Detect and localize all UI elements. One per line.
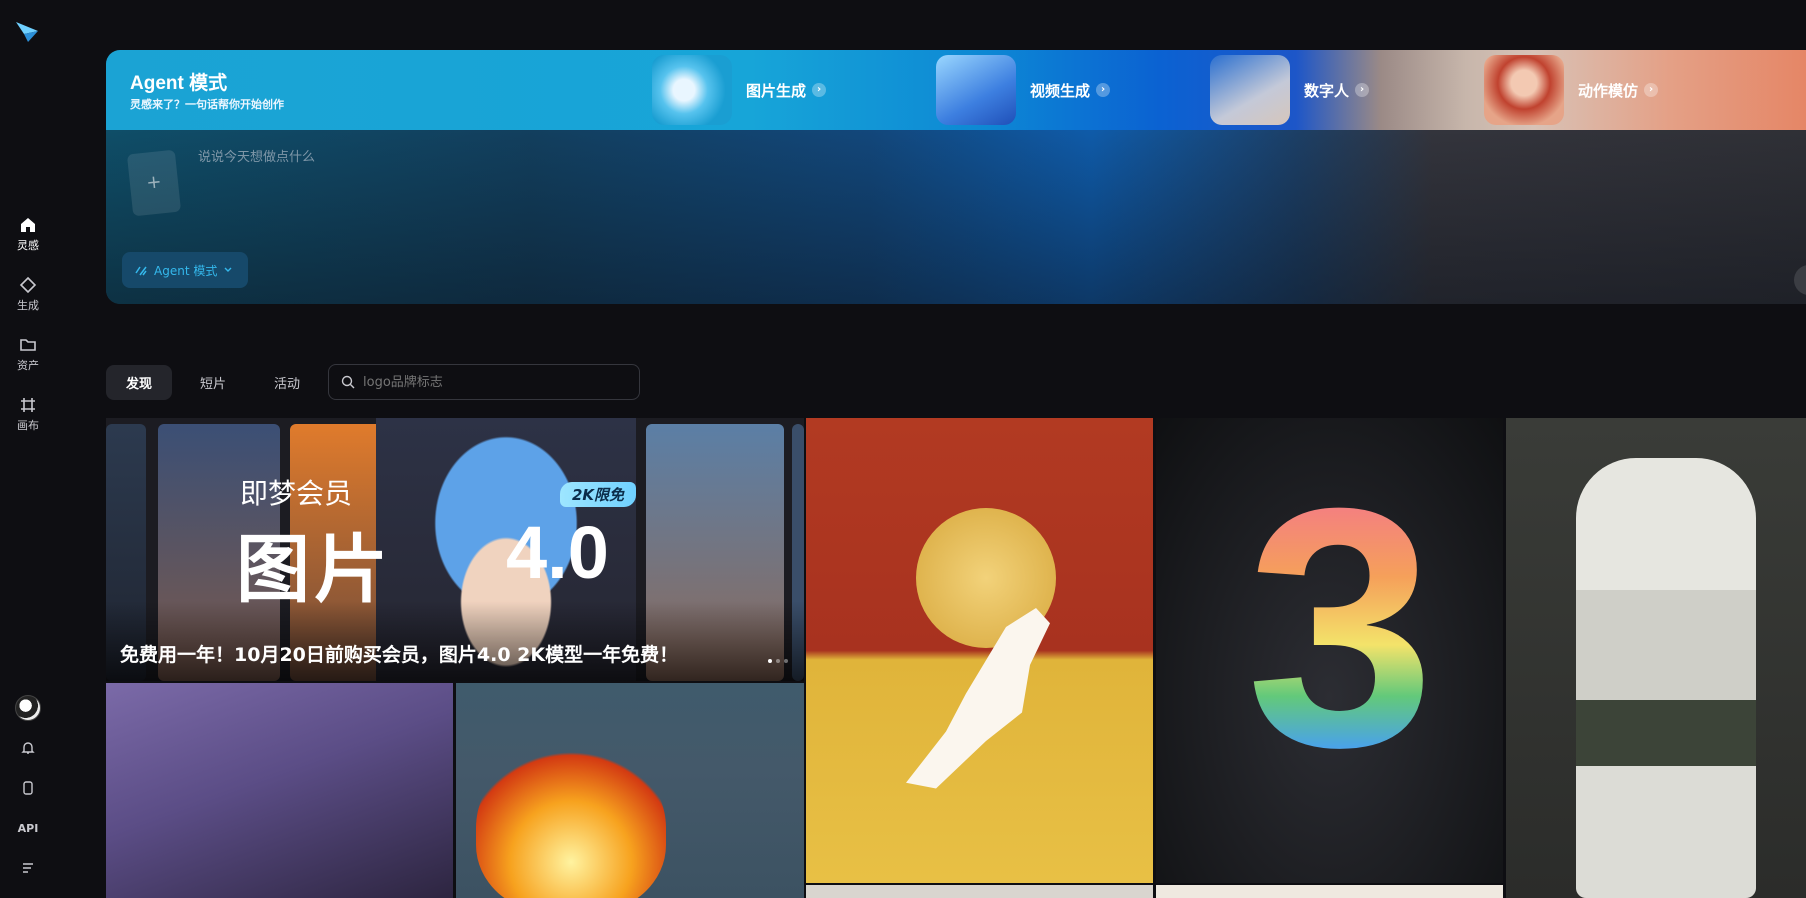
search-box[interactable]: [328, 364, 640, 400]
banner-version: 4.0: [506, 511, 609, 594]
carousel-dot[interactable]: [768, 659, 772, 663]
feed-tabs: 发现 短片 活动: [106, 365, 320, 400]
chevron-right-icon: ›: [1644, 83, 1659, 97]
notifications-item[interactable]: [0, 740, 56, 756]
prompt-area: + 说说今天想做点什么 Agent 模式: [106, 130, 1806, 304]
promo-banner[interactable]: 即梦会员 图片 4.0 2K限免 免费用一年！10月20日前购买会员，图片4.0…: [106, 418, 804, 681]
diamond-icon: [19, 276, 37, 294]
mode-image-generation[interactable]: 图片生成 ›: [652, 50, 827, 130]
send-button[interactable]: [1794, 265, 1806, 295]
anime-figure: [1576, 458, 1756, 898]
agent-mode-label: Agent 模式: [154, 263, 218, 278]
tab-shorts[interactable]: 短片: [180, 365, 246, 400]
gallery-item-next[interactable]: [1156, 885, 1503, 898]
gallery-item-anime-girl[interactable]: [1506, 418, 1806, 898]
number-three-art: 3: [1246, 438, 1436, 818]
upload-reference-button[interactable]: +: [126, 149, 182, 217]
sidebar-item-label: 资产: [17, 359, 39, 372]
agent-icon: [135, 266, 147, 276]
chevron-right-icon: ›: [812, 83, 827, 97]
digital-human-thumbnail: [1210, 55, 1290, 125]
chevron-down-icon: [224, 267, 232, 272]
banner-caption: 免费用一年！10月20日前购买会员，图片4.0 2K模型一年免费！: [120, 644, 679, 666]
banner-member-text: 即梦会员: [240, 478, 353, 509]
mode-label: 数字人 ›: [1304, 80, 1370, 101]
hero-subtitle: 灵感来了？一句话帮你开始创作: [130, 98, 284, 111]
gallery-item-fire[interactable]: [456, 683, 804, 898]
user-avatar-item[interactable]: [0, 695, 56, 721]
canvas-grid-icon: [21, 398, 35, 412]
fire-flame: [476, 743, 666, 898]
prompt-input[interactable]: 说说今天想做点什么: [198, 146, 315, 165]
mode-label: 视频生成 ›: [1030, 80, 1111, 101]
hero-title: Agent 模式: [130, 73, 228, 94]
carousel-dots[interactable]: [768, 659, 788, 663]
mode-video-generation[interactable]: 视频生成 ›: [936, 50, 1111, 130]
sidebar-item-assets[interactable]: 资产: [0, 336, 56, 373]
hero-mode-strip: Agent 模式 灵感来了？一句话帮你开始创作 图片生成 › 视频生成 › 数字…: [106, 50, 1806, 130]
mode-label-text: 动作模仿: [1578, 81, 1639, 100]
avatar[interactable]: [15, 695, 41, 721]
sidebar-item-label: 灵感: [17, 239, 39, 252]
chevron-right-icon: ›: [1355, 83, 1370, 97]
sidebar-item-label: 生成: [17, 299, 39, 312]
gallery-item-deer[interactable]: [806, 418, 1153, 883]
carousel-dot[interactable]: [784, 659, 788, 663]
sidebar-item-inspiration[interactable]: 灵感: [0, 216, 56, 253]
mode-label-text: 数字人: [1304, 81, 1350, 100]
sidebar-item-generate[interactable]: 生成: [0, 276, 56, 313]
video-generation-thumbnail: [936, 55, 1016, 125]
gallery-item-reaper[interactable]: [106, 683, 453, 898]
mobile-app-item[interactable]: [0, 780, 56, 796]
carousel-dot[interactable]: [776, 659, 780, 663]
menu-icon[interactable]: [20, 860, 36, 876]
api-link[interactable]: API: [0, 822, 56, 835]
agent-mode-dropdown[interactable]: Agent 模式: [122, 252, 248, 288]
gallery-item-number-three[interactable]: 3: [1156, 418, 1503, 883]
tab-events[interactable]: 活动: [254, 365, 320, 400]
api-label[interactable]: API: [18, 822, 39, 835]
app-root: 灵感 生成 资产 画布 API Agent 模式 灵感来了？一句话帮你开始创作 …: [0, 0, 1806, 898]
banner-badge: 2K限免: [560, 482, 637, 507]
mode-digital-human[interactable]: 数字人 ›: [1210, 50, 1370, 130]
sidebar-item-label: 画布: [17, 419, 39, 432]
sidebar-item-canvas[interactable]: 画布: [0, 396, 56, 433]
bell-icon[interactable]: [20, 740, 36, 756]
chevron-right-icon: ›: [1096, 83, 1111, 97]
mode-label: 动作模仿 ›: [1578, 80, 1659, 101]
sidebar: 灵感 生成 资产 画布 API: [0, 0, 56, 898]
home-icon: [21, 218, 35, 232]
gallery-item-next[interactable]: [806, 885, 1153, 898]
tab-discover[interactable]: 发现: [106, 365, 173, 400]
motion-imitation-thumbnail: [1484, 55, 1564, 125]
search-icon: [341, 375, 355, 389]
logo-icon[interactable]: [14, 18, 40, 44]
menu-item[interactable]: [0, 860, 56, 876]
mode-label: 图片生成 ›: [746, 80, 827, 101]
folder-icon: [20, 339, 36, 351]
mode-label-text: 视频生成: [1030, 81, 1091, 100]
mode-motion-imitation[interactable]: 动作模仿 ›: [1484, 50, 1659, 130]
search-input[interactable]: [363, 374, 633, 390]
image-generation-thumbnail: [652, 55, 732, 125]
phone-icon[interactable]: [20, 780, 36, 796]
banner-headline: 图片: [236, 528, 392, 611]
agent-hero: Agent 模式 灵感来了？一句话帮你开始创作 图片生成 › 视频生成 › 数字…: [106, 50, 1806, 304]
mode-label-text: 图片生成: [746, 81, 807, 100]
